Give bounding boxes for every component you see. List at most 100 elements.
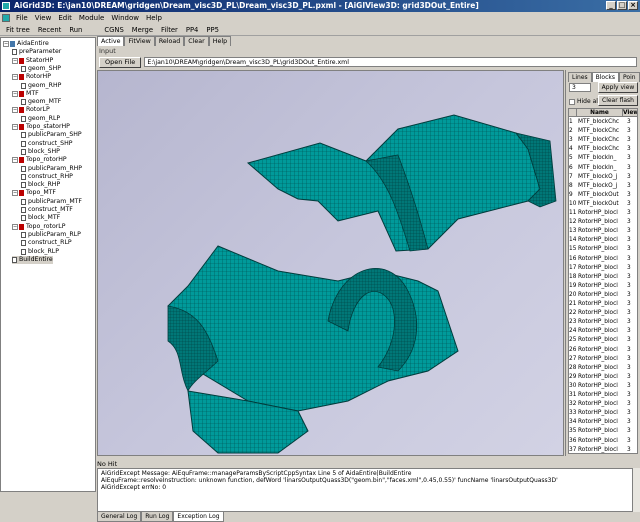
tree-item[interactable]: − Topo_statorHP <box>12 123 70 131</box>
cgns-button[interactable]: CGNS <box>100 25 127 35</box>
minimize-icon[interactable]: _ <box>606 1 616 10</box>
tab-exception-log[interactable]: Exception Log <box>173 512 224 522</box>
table-row[interactable]: 8 MTF_blockO_j 3 <box>569 182 637 191</box>
checkbox-icon[interactable] <box>569 98 575 105</box>
tree-item[interactable]: publicParam_MTF <box>21 198 82 206</box>
tree-item[interactable]: publicParam_RLP <box>21 231 81 239</box>
clear-flash-button[interactable]: Clear flash <box>598 95 638 106</box>
tree-item[interactable]: − AidaEntire <box>3 40 49 48</box>
recent-button[interactable]: Recent <box>34 25 66 35</box>
table-row[interactable]: 5 MTF_blockIn_ 3 <box>569 154 637 163</box>
table-row[interactable]: 19 RotorHP_blocl 3 <box>569 282 637 291</box>
tab-points[interactable]: Poin <box>619 72 640 82</box>
table-row[interactable]: 27 RotorHP_blocl 3 <box>569 355 637 364</box>
table-row[interactable]: 37 RotorHP_blocl 3 <box>569 446 637 453</box>
tab-blocks[interactable]: Blocks <box>591 72 619 82</box>
maximize-icon[interactable]: □ <box>617 1 627 10</box>
run-button[interactable]: Run <box>65 25 86 35</box>
expand-icon[interactable]: − <box>12 90 18 97</box>
table-row[interactable]: 4 MTF_blockChc 3 <box>569 145 637 154</box>
table-row[interactable]: 16 RotorHP_blocl 3 <box>569 255 637 264</box>
clear-button[interactable]: Clear <box>184 36 209 46</box>
tab-lines[interactable]: Lines <box>568 72 592 82</box>
table-row[interactable]: 21 RotorHP_blocl 3 <box>569 300 637 309</box>
table-row[interactable]: 2 MTF_blockChc 3 <box>569 127 637 136</box>
table-row[interactable]: 18 RotorHP_blocl 3 <box>569 273 637 282</box>
table-row[interactable]: 29 RotorHP_blocl 3 <box>569 373 637 382</box>
expand-icon[interactable]: − <box>12 190 18 197</box>
fit-tree-button[interactable]: Fit tree <box>2 25 34 35</box>
open-file-button[interactable]: Open File <box>99 56 142 68</box>
table-row[interactable]: 10 MTF_blockOut 3 <box>569 200 637 209</box>
table-row[interactable]: 34 RotorHP_blocl 3 <box>569 418 637 427</box>
table-row[interactable]: 28 RotorHP_blocl 3 <box>569 364 637 373</box>
table-row[interactable]: 20 RotorHP_blocl 3 <box>569 291 637 300</box>
close-icon[interactable]: × <box>628 1 638 10</box>
tab-general-log[interactable]: General Log <box>97 512 142 522</box>
tree-item[interactable]: BuildEntire <box>12 255 53 264</box>
table-row[interactable]: 3 MTF_blockChc 3 <box>569 136 637 145</box>
tree-item[interactable]: − Topo_rotorLP <box>12 223 65 231</box>
tree-item[interactable]: block_RHP <box>21 181 60 189</box>
table-row[interactable]: 13 RotorHP_blocl 3 <box>569 227 637 236</box>
table-row[interactable]: 1 MTF_blockChc 3 <box>569 118 637 127</box>
log-scrollbar[interactable] <box>632 468 640 512</box>
menu-edit[interactable]: Edit <box>55 12 75 24</box>
table-row[interactable]: 26 RotorHP_blocl 3 <box>569 346 637 355</box>
table-row[interactable]: 36 RotorHP_blocl 3 <box>569 437 637 446</box>
tree-item[interactable]: − RotorLP <box>12 106 50 114</box>
column-header-view[interactable]: View <box>623 109 637 117</box>
expand-icon[interactable]: − <box>12 107 18 114</box>
hide-all-checkbox[interactable]: Hide all <box>569 98 600 105</box>
table-row[interactable]: 7 MTF_blockO_j 3 <box>569 173 637 182</box>
tree-item[interactable]: publicParam_RHP <box>21 165 82 173</box>
menu-view[interactable]: View <box>32 12 55 24</box>
table-row[interactable]: 15 RotorHP_blocl 3 <box>569 245 637 254</box>
table-row[interactable]: 22 RotorHP_blocl 3 <box>569 309 637 318</box>
column-header-name[interactable]: Name <box>577 109 623 117</box>
table-row[interactable]: 25 RotorHP_blocl 3 <box>569 336 637 345</box>
menu-window[interactable]: Window <box>108 12 142 24</box>
module-tree[interactable]: − AidaEntire preParameter − StatorHP geom_SHP… <box>0 37 96 492</box>
apply-view-button[interactable]: Apply view <box>598 82 638 93</box>
table-row[interactable]: 12 RotorHP_blocl 3 <box>569 218 637 227</box>
expand-icon[interactable]: − <box>12 57 18 64</box>
expand-icon[interactable]: − <box>12 74 18 81</box>
tab-run-log[interactable]: Run Log <box>141 512 174 522</box>
tree-item[interactable]: − StatorHP <box>12 57 53 65</box>
help-button[interactable]: Help <box>208 36 232 46</box>
tab-active[interactable]: Active <box>97 36 125 46</box>
table-row[interactable]: 17 RotorHP_blocl 3 <box>569 264 637 273</box>
table-row[interactable]: 31 RotorHP_blocl 3 <box>569 391 637 400</box>
tree-item[interactable]: block_RLP <box>21 248 59 256</box>
tree-item[interactable]: geom_SHP <box>21 65 61 73</box>
blocks-table[interactable]: Name View 1 MTF_blockChc 3 2 MTF_blockChc 3 3 M… <box>568 108 638 454</box>
tree-item[interactable]: preParameter <box>12 48 61 56</box>
expand-icon[interactable]: − <box>12 223 18 230</box>
table-row[interactable]: 9 MTF_blockOut 3 <box>569 191 637 200</box>
tree-item[interactable]: geom_RLP <box>21 115 60 123</box>
tab-fitview[interactable]: FitView <box>124 36 155 46</box>
reload-button[interactable]: Reload <box>154 36 185 46</box>
tree-item[interactable]: block_MTF <box>21 214 60 222</box>
tree-item[interactable]: − RotorHP <box>12 73 51 81</box>
tree-item[interactable]: geom_MTF <box>21 98 61 106</box>
view-number-spinbox[interactable]: 3 <box>569 83 591 92</box>
tree-item[interactable]: publicParam_SHP <box>21 131 82 139</box>
tree-item[interactable]: − MTF <box>12 90 39 98</box>
merge-button[interactable]: Merge <box>128 25 157 35</box>
expand-icon[interactable]: − <box>3 41 9 47</box>
tree-item[interactable]: construct_RLP <box>21 239 72 247</box>
table-row[interactable]: 32 RotorHP_blocl 3 <box>569 400 637 409</box>
table-row[interactable]: 11 RotorHP_blocl 3 <box>569 209 637 218</box>
table-row[interactable]: 23 RotorHP_blocl 3 <box>569 318 637 327</box>
tree-item[interactable]: construct_MTF <box>21 206 73 214</box>
tree-item[interactable]: − Topo_MTF <box>12 189 56 197</box>
table-row[interactable]: 33 RotorHP_blocl 3 <box>569 409 637 418</box>
menu-module[interactable]: Module <box>76 12 107 24</box>
table-row[interactable]: 14 RotorHP_blocl 3 <box>569 236 637 245</box>
menu-file[interactable]: File <box>13 12 31 24</box>
tree-item[interactable]: construct_SHP <box>21 140 72 148</box>
table-row[interactable]: 35 RotorHP_blocl 3 <box>569 427 637 436</box>
tree-item[interactable]: block_SHP <box>21 148 60 156</box>
